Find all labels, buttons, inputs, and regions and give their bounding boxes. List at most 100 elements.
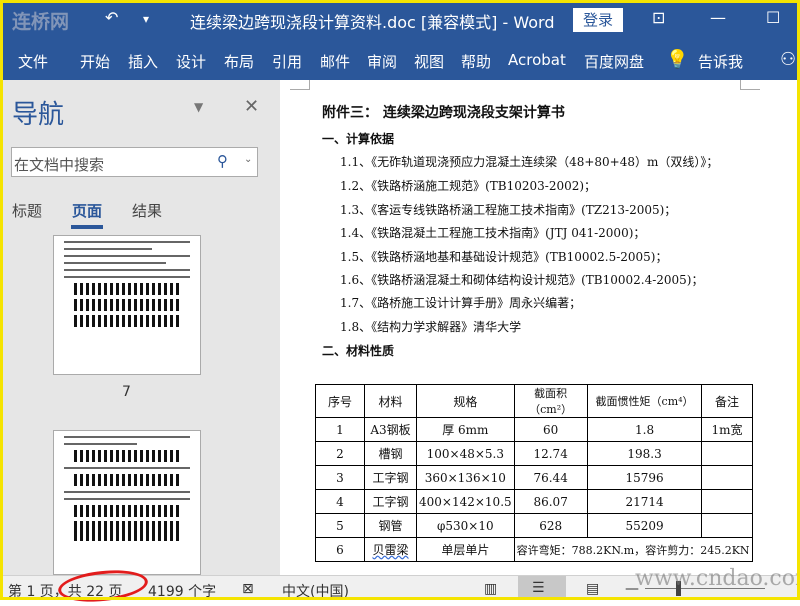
cell: 21714	[586, 489, 703, 514]
tab-design[interactable]: 设计	[176, 51, 206, 72]
nav-tab-pages[interactable]: 页面	[72, 200, 102, 221]
table-row: 5 钢管 φ530×10 628 55209	[315, 513, 753, 538]
table-row: 4 工字钢 400×142×10.5 86.07 21714	[315, 489, 753, 514]
undo-icon[interactable]: ↶	[105, 8, 118, 27]
tab-home[interactable]: 开始	[80, 51, 110, 72]
tab-view[interactable]: 视图	[414, 51, 444, 72]
search-input[interactable]: 在文档中搜索 ⚲ ⌄	[11, 147, 258, 177]
cell: 55209	[586, 513, 703, 538]
page-thumbnail[interactable]	[53, 430, 201, 575]
nav-tab-results[interactable]: 结果	[132, 200, 162, 221]
reference-item: 1.2、《铁路桥涵施工规范》(TB10203-2002)；	[340, 179, 597, 193]
cell: 628	[513, 513, 588, 538]
cell: 198.3	[586, 441, 703, 466]
read-mode-icon[interactable]: ▥	[484, 581, 497, 597]
reference-item: 1.7、《路桥施工设计计算手册》周永兴编著；	[340, 296, 582, 310]
tab-insert[interactable]: 插入	[128, 51, 158, 72]
ribbon-display-icon[interactable]: ⊡	[652, 8, 665, 27]
proofing-icon[interactable]: ⊠	[242, 581, 254, 597]
close-icon[interactable]: ✕	[244, 96, 259, 117]
ribbon-tabs: 文件 开始 插入 设计 布局 引用 邮件 审阅 视图 帮助 Acrobat 百度…	[0, 40, 800, 80]
reference-item: 1.8、《结构力学求解器》清华大学	[340, 320, 522, 334]
tab-layout[interactable]: 布局	[224, 51, 254, 72]
margin-mark	[740, 80, 760, 90]
reference-item: 1.4、《铁路混凝土工程施工技术指南》(JTJ 041-2000)；	[340, 226, 646, 240]
print-layout-icon[interactable]: ☰	[518, 576, 566, 600]
table-row: 2 槽钢 100×48×5.3 12.74 198.3	[315, 441, 753, 466]
tab-review[interactable]: 审阅	[367, 51, 397, 72]
header-cell: 备注	[701, 384, 753, 418]
tab-mailings[interactable]: 邮件	[320, 51, 350, 72]
reference-item: 1.6、《铁路桥涵混凝土和砌体结构设计规范》(TB10002.4-2005)；	[340, 273, 704, 287]
cell: 360×136×10	[416, 465, 515, 490]
cell: 容许弯矩：788.2KN.m，容许剪力：245.2KN	[513, 537, 753, 562]
tab-acrobat[interactable]: Acrobat	[508, 51, 566, 69]
word-count[interactable]: 4199 个字	[148, 581, 216, 601]
header-cell: 材料	[364, 384, 417, 418]
cell: 1	[315, 417, 365, 442]
maximize-icon[interactable]: ☐	[766, 8, 780, 27]
nav-tab-headings[interactable]: 标题	[12, 200, 42, 221]
table-row: 1 A3钢板厚 6mm 60 1.8 1m宽	[315, 417, 753, 442]
tab-file[interactable]: 文件	[18, 51, 48, 72]
cell: 1m宽	[701, 417, 753, 442]
reference-item: 1.3、《客运专线铁路桥涵工程施工技术指南》(TZ213-2005)；	[340, 203, 677, 217]
web-layout-icon[interactable]: ▤	[586, 581, 599, 597]
reference-item: 1.1、《无砟轨道现浇预应力混凝土连续梁（48+80+48）m（双线）》；	[340, 155, 719, 169]
nav-options-icon[interactable]: ▼	[194, 100, 203, 114]
login-button[interactable]: 登录	[573, 8, 623, 32]
title-bar: 连桥网 ↶ ▾ 连续梁边跨现浇段计算资料.doc [兼容模式] - Word 登…	[0, 0, 800, 40]
reference-item: 1.5、《铁路桥涵地基和基础设计规范》(TB10002.5-2005)；	[340, 250, 668, 264]
cell: 厚 6mm	[416, 417, 515, 442]
search-icon[interactable]: ⚲	[217, 152, 228, 170]
cell: 100×48×5.3	[416, 441, 515, 466]
page-thumbnail[interactable]	[53, 235, 201, 375]
cell	[701, 513, 753, 538]
header-cell: 序号	[315, 384, 365, 418]
cell: 工字钢	[364, 489, 417, 514]
cell: 槽钢	[364, 441, 417, 466]
cell	[701, 465, 753, 490]
cell: 4	[315, 489, 365, 514]
tab-help[interactable]: 帮助	[461, 51, 491, 72]
cell: 单层单片	[416, 537, 515, 562]
doc-title: 附件三： 连续梁边跨现浇段支架计算书	[322, 105, 565, 121]
user-icon[interactable]: ⚇	[780, 49, 796, 70]
watermark-logo: 连桥网	[12, 11, 70, 33]
cell: φ530×10	[416, 513, 515, 538]
thumbnail-page-number: 7	[122, 384, 131, 400]
margin-mark	[290, 80, 310, 90]
quick-access-dropdown-icon[interactable]: ▾	[143, 12, 149, 26]
header-cell: 截面惯性矩（cm⁴）	[586, 384, 703, 418]
table-row: 6 贝雷梁 单层单片 容许弯矩：788.2KN.m，容许剪力：245.2KN	[315, 537, 753, 562]
cell: 3	[315, 465, 365, 490]
lightbulb-icon[interactable]: 💡	[666, 49, 688, 70]
watermark: www.cndao.com	[635, 566, 800, 591]
cell: 15796	[586, 465, 703, 490]
header-cell: 规格	[416, 384, 515, 418]
section-heading: 二、材料性质	[322, 344, 395, 358]
chevron-down-icon[interactable]: ⌄	[244, 154, 252, 165]
cell	[701, 489, 753, 514]
tab-baidu[interactable]: 百度网盘	[584, 51, 644, 72]
cell: 贝雷梁	[364, 537, 417, 562]
cell: 86.07	[513, 489, 588, 514]
navigation-pane: 导航 ▼ ✕ 在文档中搜索 ⚲ ⌄ 标题 页面 结果 7	[0, 80, 280, 575]
minimize-icon[interactable]: —	[710, 8, 726, 27]
cell: 76.44	[513, 465, 588, 490]
cell: 工字钢	[364, 465, 417, 490]
language[interactable]: 中文(中国)	[282, 581, 349, 601]
window-title: 连续梁边跨现浇段计算资料.doc [兼容模式] - Word	[190, 13, 555, 32]
cell	[701, 441, 753, 466]
cell: 2	[315, 441, 365, 466]
cell: 6	[315, 537, 365, 562]
section-heading: 一、计算依据	[322, 132, 395, 146]
tell-me[interactable]: 告诉我	[698, 51, 743, 72]
cell: 1.8	[586, 417, 703, 442]
nav-title: 导航	[12, 100, 65, 130]
document-page[interactable]: 附件三： 连续梁边跨现浇段支架计算书 一、计算依据 1.1、《无砟轨道现浇预应力…	[280, 80, 800, 575]
active-tab-indicator	[71, 225, 103, 229]
cell: 60	[513, 417, 588, 442]
cell: A3钢板	[364, 417, 417, 442]
tab-references[interactable]: 引用	[272, 51, 302, 72]
